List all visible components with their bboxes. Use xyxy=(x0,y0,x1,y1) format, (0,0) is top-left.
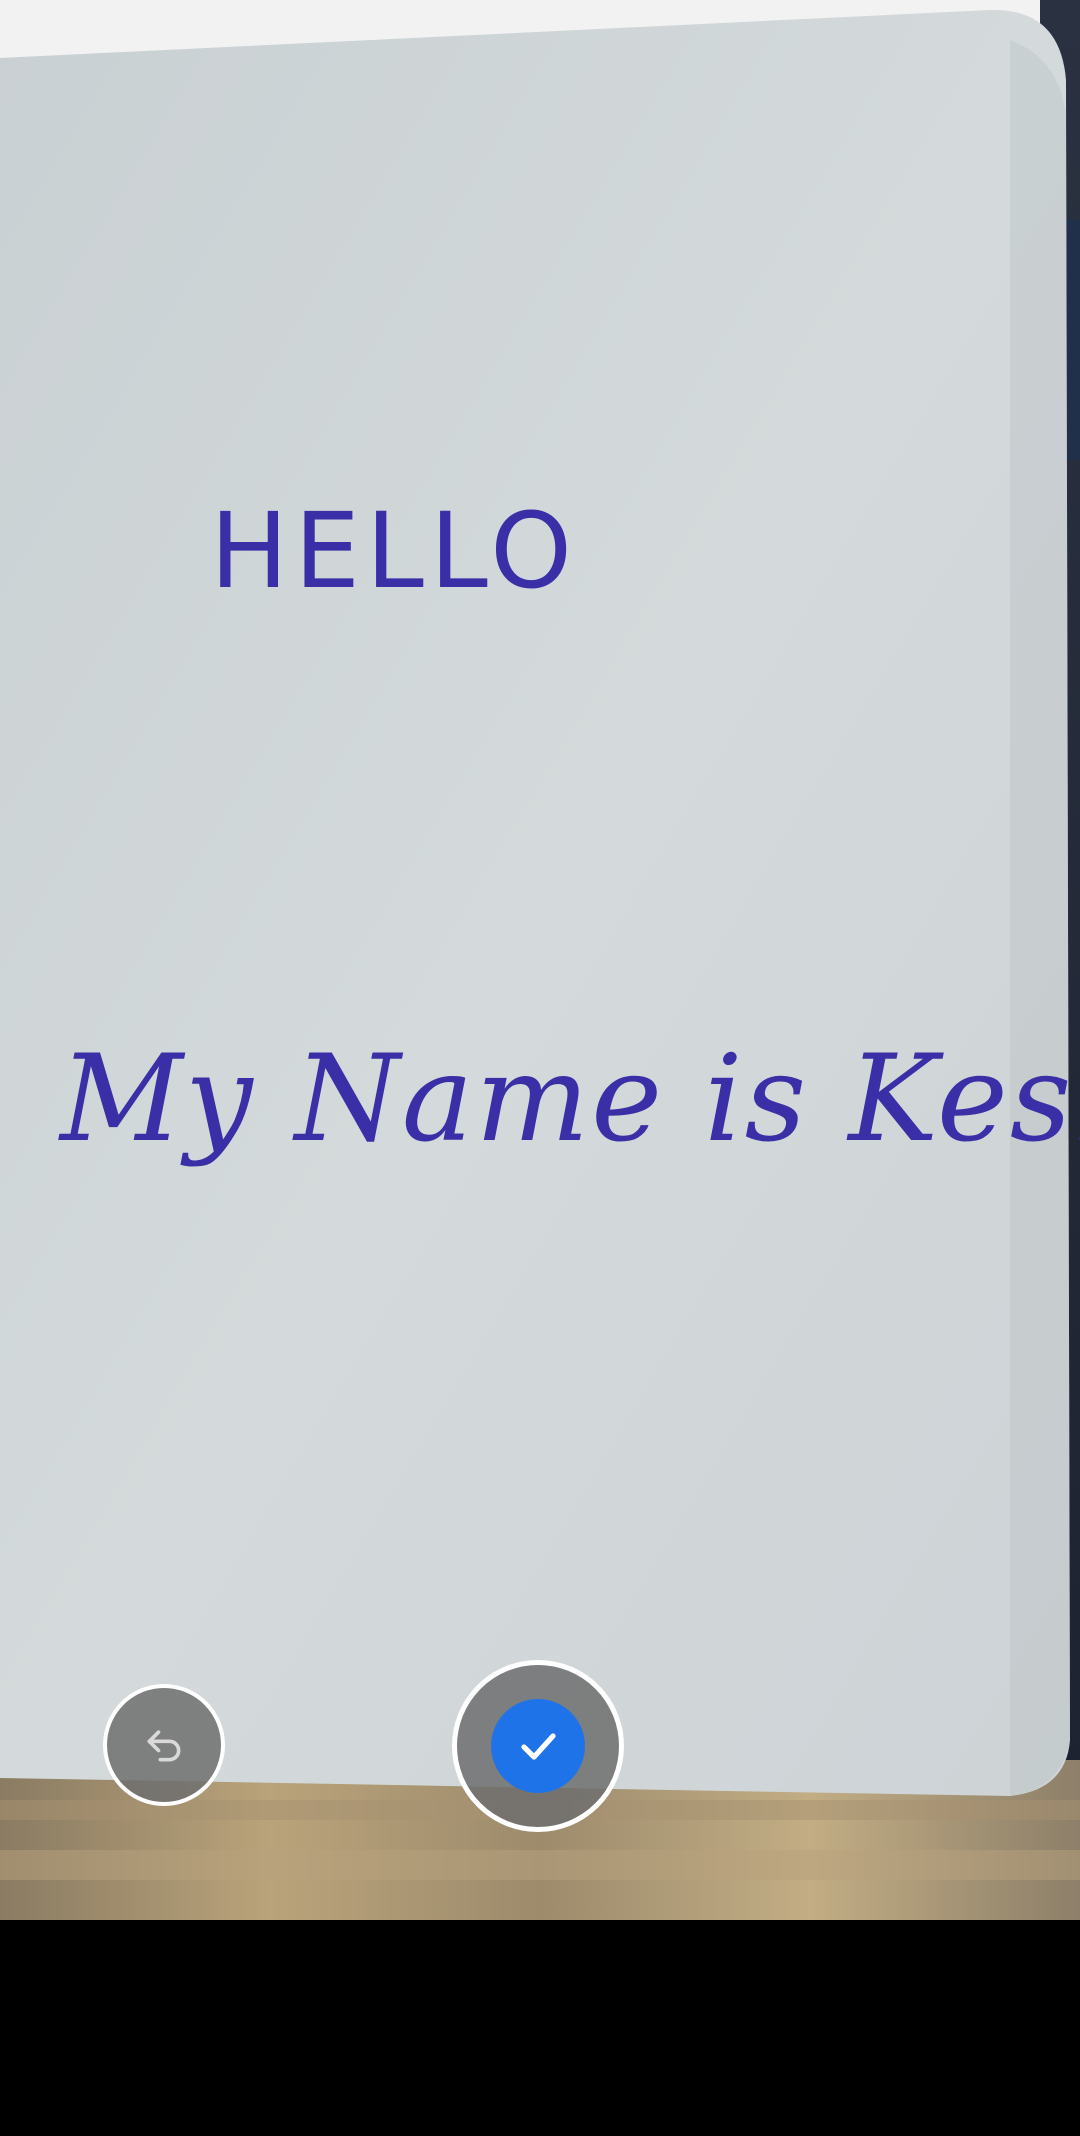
captured-photo xyxy=(0,0,1080,1920)
check-icon xyxy=(521,1733,556,1760)
retake-button[interactable] xyxy=(103,1684,225,1806)
handwritten-hello: HELLO xyxy=(210,490,578,612)
handwritten-name-line: My Name is Keshav xyxy=(60,1030,1080,1169)
camera-preview: HELLO My Name is Keshav xyxy=(0,0,1080,1920)
confirm-button-fill xyxy=(491,1699,585,1793)
confirm-button[interactable] xyxy=(452,1660,624,1832)
navigation-bar-area xyxy=(0,1920,1080,2136)
undo-icon xyxy=(147,1730,181,1762)
